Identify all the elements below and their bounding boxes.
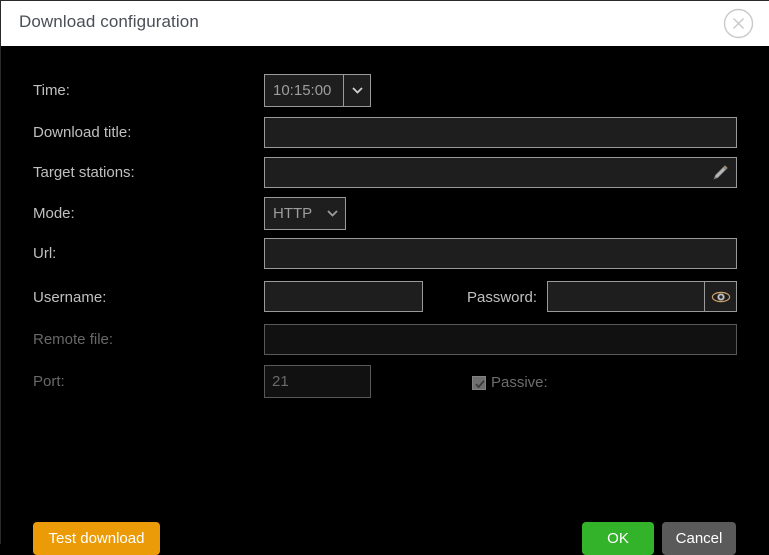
port-label: Port:	[33, 373, 65, 390]
time-select[interactable]: 10:15:00	[264, 74, 371, 107]
mode-select[interactable]: HTTP	[264, 197, 346, 230]
row-username-password: Username: Password:	[1, 281, 769, 315]
row-url: Url:	[1, 237, 769, 271]
row-target-stations: Target stations:	[1, 156, 769, 190]
ok-button[interactable]: OK	[582, 522, 654, 555]
row-remote-file: Remote file:	[1, 323, 769, 357]
passive-checkbox-wrapper[interactable]: Passive:	[472, 374, 548, 391]
row-time: Time: 10:15:00	[1, 74, 769, 108]
url-input[interactable]	[264, 238, 737, 269]
username-label: Username:	[33, 289, 107, 306]
time-label: Time:	[33, 82, 70, 99]
dialog-body: Time: 10:15:00 Download title: Target st…	[1, 46, 769, 555]
close-circle-icon[interactable]	[723, 8, 754, 39]
port-input[interactable]: 21	[264, 365, 371, 398]
target-stations-input[interactable]	[264, 157, 705, 188]
pencil-icon[interactable]	[704, 157, 737, 188]
download-title-input[interactable]	[264, 117, 737, 148]
test-download-button[interactable]: Test download	[33, 522, 160, 555]
password-label: Password:	[467, 289, 538, 306]
dialog-titlebar: Download configuration	[1, 1, 769, 46]
passive-checkbox[interactable]	[472, 375, 486, 390]
passive-label: Passive:	[491, 374, 548, 391]
chevron-down-icon[interactable]	[323, 198, 341, 229]
row-download-title: Download title:	[1, 116, 769, 150]
mode-label: Mode:	[33, 205, 75, 222]
target-stations-label: Target stations:	[33, 164, 135, 181]
row-mode: Mode: HTTP	[1, 197, 769, 231]
time-select-value: 10:15:00	[273, 82, 332, 99]
url-label: Url:	[33, 245, 57, 262]
mode-select-value: HTTP	[273, 205, 313, 222]
password-input[interactable]	[547, 281, 705, 312]
cancel-button[interactable]: Cancel	[662, 522, 736, 555]
download-title-label: Download title:	[33, 124, 132, 141]
eye-icon[interactable]	[705, 281, 737, 312]
dialog-title: Download configuration	[19, 12, 199, 31]
chevron-down-icon[interactable]	[343, 75, 370, 106]
row-port-passive: Port: 21 Passive:	[1, 365, 769, 399]
download-configuration-dialog: Download configuration Time: 10:15:00 Do…	[0, 0, 769, 555]
remote-file-label: Remote file:	[33, 331, 114, 348]
remote-file-input[interactable]	[264, 324, 737, 355]
username-input[interactable]	[264, 281, 423, 312]
